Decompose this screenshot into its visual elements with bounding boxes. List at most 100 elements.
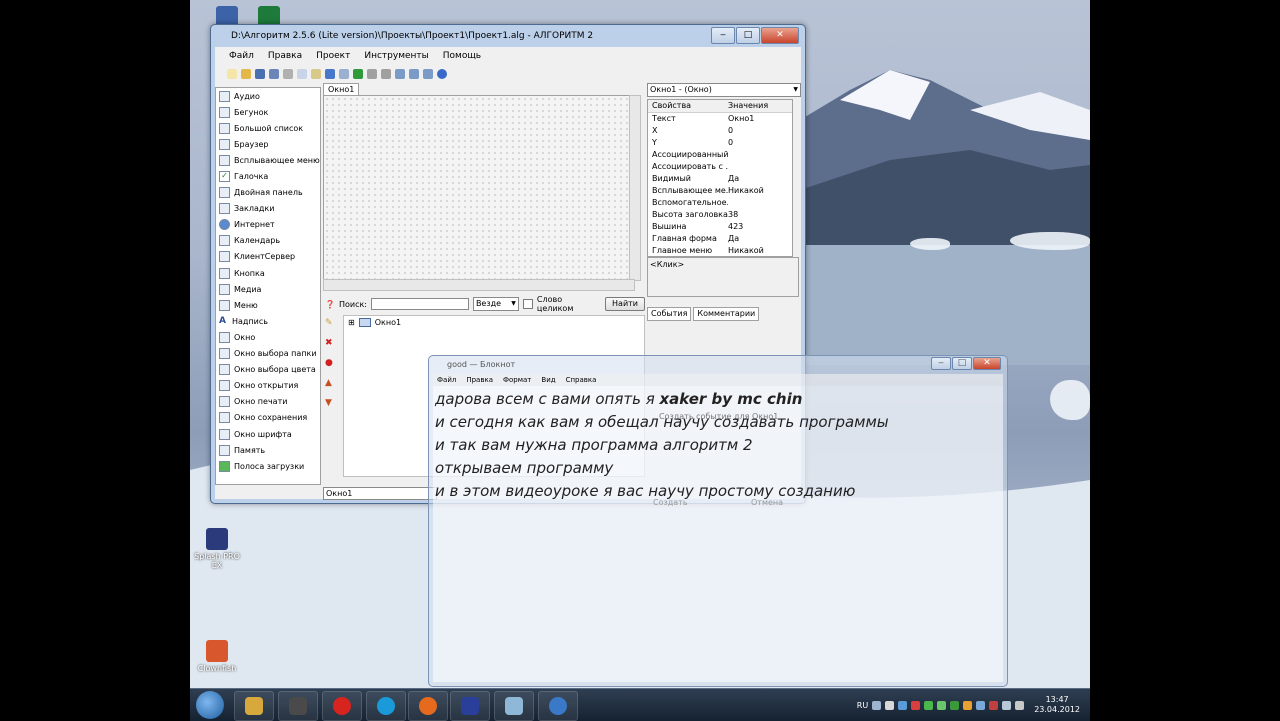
palette-item[interactable]: Кнопка — [216, 265, 320, 281]
maximize-button[interactable]: □ — [736, 27, 760, 44]
close-button[interactable]: ✕ — [761, 27, 799, 44]
save-icon[interactable] — [255, 69, 265, 79]
tray-icon[interactable] — [963, 700, 973, 710]
palette-item[interactable]: Браузер — [216, 136, 320, 152]
palette-item[interactable]: Окно шрифта — [216, 426, 320, 442]
palette-item[interactable]: Память — [216, 442, 320, 458]
menu-tools[interactable]: Инструменты — [364, 51, 428, 61]
notepad-minimize-button[interactable]: ‒ — [931, 357, 951, 370]
tray-icon[interactable] — [976, 700, 986, 710]
taskbar-app[interactable] — [538, 691, 578, 721]
cut-icon[interactable] — [283, 69, 293, 79]
notepad-menu-help[interactable]: Справка — [566, 374, 597, 386]
delete-icon[interactable]: ✖ — [325, 337, 337, 349]
property-row[interactable]: X0 — [648, 125, 792, 137]
tray-icon[interactable] — [885, 700, 895, 710]
property-row[interactable]: Высота заголовка 38 — [648, 209, 792, 221]
search-input[interactable] — [371, 298, 469, 310]
record-icon[interactable]: ● — [325, 357, 337, 369]
tray-icon[interactable] — [911, 700, 921, 710]
notepad-titlebar[interactable]: good — Блокнот ‒ □ ✕ — [429, 356, 1007, 374]
notepad-maximize-button[interactable]: □ — [952, 357, 972, 370]
palette-item[interactable]: ✓ Галочка — [216, 168, 320, 184]
algorithm-titlebar[interactable]: D:\Алгоритм 2.5.6 (Lite version)\Проекты… — [211, 25, 805, 47]
palette-item[interactable]: Двойная панель — [216, 185, 320, 201]
palette-item[interactable]: Окно выбора цвета — [216, 362, 320, 378]
palette-item[interactable]: Большой список — [216, 120, 320, 136]
tray-icon[interactable] — [924, 700, 934, 710]
designer-vertical-scrollbar[interactable] — [629, 95, 641, 281]
taskbar-notepad[interactable] — [494, 691, 534, 721]
property-row[interactable]: Вспомогательное... — [648, 197, 792, 209]
notepad-menu-view[interactable]: Вид — [541, 374, 555, 386]
menu-help[interactable]: Помощь — [443, 51, 481, 61]
taskbar-algorithm[interactable] — [450, 691, 490, 721]
palette-item[interactable]: Окно сохранения — [216, 410, 320, 426]
notepad-menu-format[interactable]: Формат — [503, 374, 531, 386]
property-row[interactable]: Ассоциированный ... — [648, 149, 792, 161]
taskbar-media[interactable] — [278, 691, 318, 721]
paste-icon[interactable] — [311, 69, 321, 79]
language-indicator[interactable]: RU — [857, 701, 868, 710]
network-icon[interactable] — [1002, 700, 1012, 710]
property-row[interactable]: Текст Окно1 — [648, 113, 792, 125]
save-all-icon[interactable] — [269, 69, 279, 79]
notepad-menu-edit[interactable]: Правка — [466, 374, 493, 386]
pause-icon[interactable] — [367, 69, 377, 79]
desktop-icon-clownfish[interactable]: Clownfish — [192, 640, 242, 673]
designer-horizontal-scrollbar[interactable] — [323, 279, 635, 291]
minimize-button[interactable]: ‒ — [711, 27, 735, 44]
palette-item[interactable]: Меню — [216, 297, 320, 313]
property-row[interactable]: Видимый Да — [648, 173, 792, 185]
taskbar-opera[interactable] — [322, 691, 362, 721]
palette-item[interactable]: A Надпись — [216, 313, 320, 329]
tab-events[interactable]: События — [647, 307, 692, 321]
tray-icon[interactable] — [989, 700, 999, 710]
taskbar-explorer[interactable] — [234, 691, 274, 721]
clock[interactable]: 13:47 23.04.2012 — [1034, 695, 1080, 715]
step-icon[interactable] — [395, 69, 405, 79]
palette-item[interactable]: Интернет — [216, 217, 320, 233]
tray-icon[interactable] — [950, 700, 960, 710]
palette-item[interactable]: Закладки — [216, 201, 320, 217]
pencil-icon[interactable]: ✎ — [325, 317, 337, 329]
palette-item[interactable]: Медиа — [216, 281, 320, 297]
property-row[interactable]: Ассоциировать с ... — [648, 161, 792, 173]
volume-icon[interactable] — [1015, 700, 1025, 710]
expand-icon[interactable]: ⊞ — [348, 318, 355, 327]
help-icon[interactable] — [437, 69, 447, 79]
palette-item[interactable]: Аудио — [216, 88, 320, 104]
tray-icon[interactable] — [872, 700, 882, 710]
selected-object-field[interactable]: Окно1 — [323, 487, 437, 500]
copy-icon[interactable] — [297, 69, 307, 79]
palette-item[interactable]: Бегунок — [216, 104, 320, 120]
taskbar-firefox[interactable] — [408, 691, 448, 721]
palette-item[interactable]: Окно выбора папки — [216, 346, 320, 362]
new-file-icon[interactable] — [227, 69, 237, 79]
find-button[interactable]: Найти — [605, 297, 646, 311]
object-selector[interactable]: Окно1 - (Окно) ▼ — [647, 83, 801, 97]
menu-file[interactable]: Файл — [229, 51, 254, 61]
palette-item[interactable]: Окно печати — [216, 394, 320, 410]
menu-project[interactable]: Проект — [316, 51, 350, 61]
arrow-up-icon[interactable]: ▲ — [325, 377, 337, 389]
property-row[interactable]: Вышина 423 — [648, 221, 792, 233]
step-over-icon[interactable] — [409, 69, 419, 79]
notepad-text-area[interactable]: Создать событие для Окно1 Создать Отмена… — [433, 386, 1003, 682]
property-row[interactable]: Главное меню Никакой — [648, 245, 792, 256]
open-folder-icon[interactable] — [241, 69, 251, 79]
notepad-menu-file[interactable]: Файл — [437, 374, 456, 386]
palette-item[interactable]: Окно открытия — [216, 378, 320, 394]
notepad-close-button[interactable]: ✕ — [973, 357, 1001, 370]
tray-icon[interactable] — [937, 700, 947, 710]
stop-icon[interactable] — [381, 69, 391, 79]
property-row[interactable]: Всплывающее ме... Никакой — [648, 185, 792, 197]
start-button[interactable] — [196, 691, 224, 719]
design-grid[interactable] — [323, 95, 633, 281]
palette-item[interactable]: Календарь — [216, 233, 320, 249]
taskbar-skype[interactable] — [366, 691, 406, 721]
tab-comments[interactable]: Комментарии — [693, 307, 760, 321]
redo-icon[interactable] — [339, 69, 349, 79]
scope-select[interactable]: Везде ▼ — [472, 297, 519, 311]
palette-item[interactable]: Полоса загрузки — [216, 458, 320, 474]
